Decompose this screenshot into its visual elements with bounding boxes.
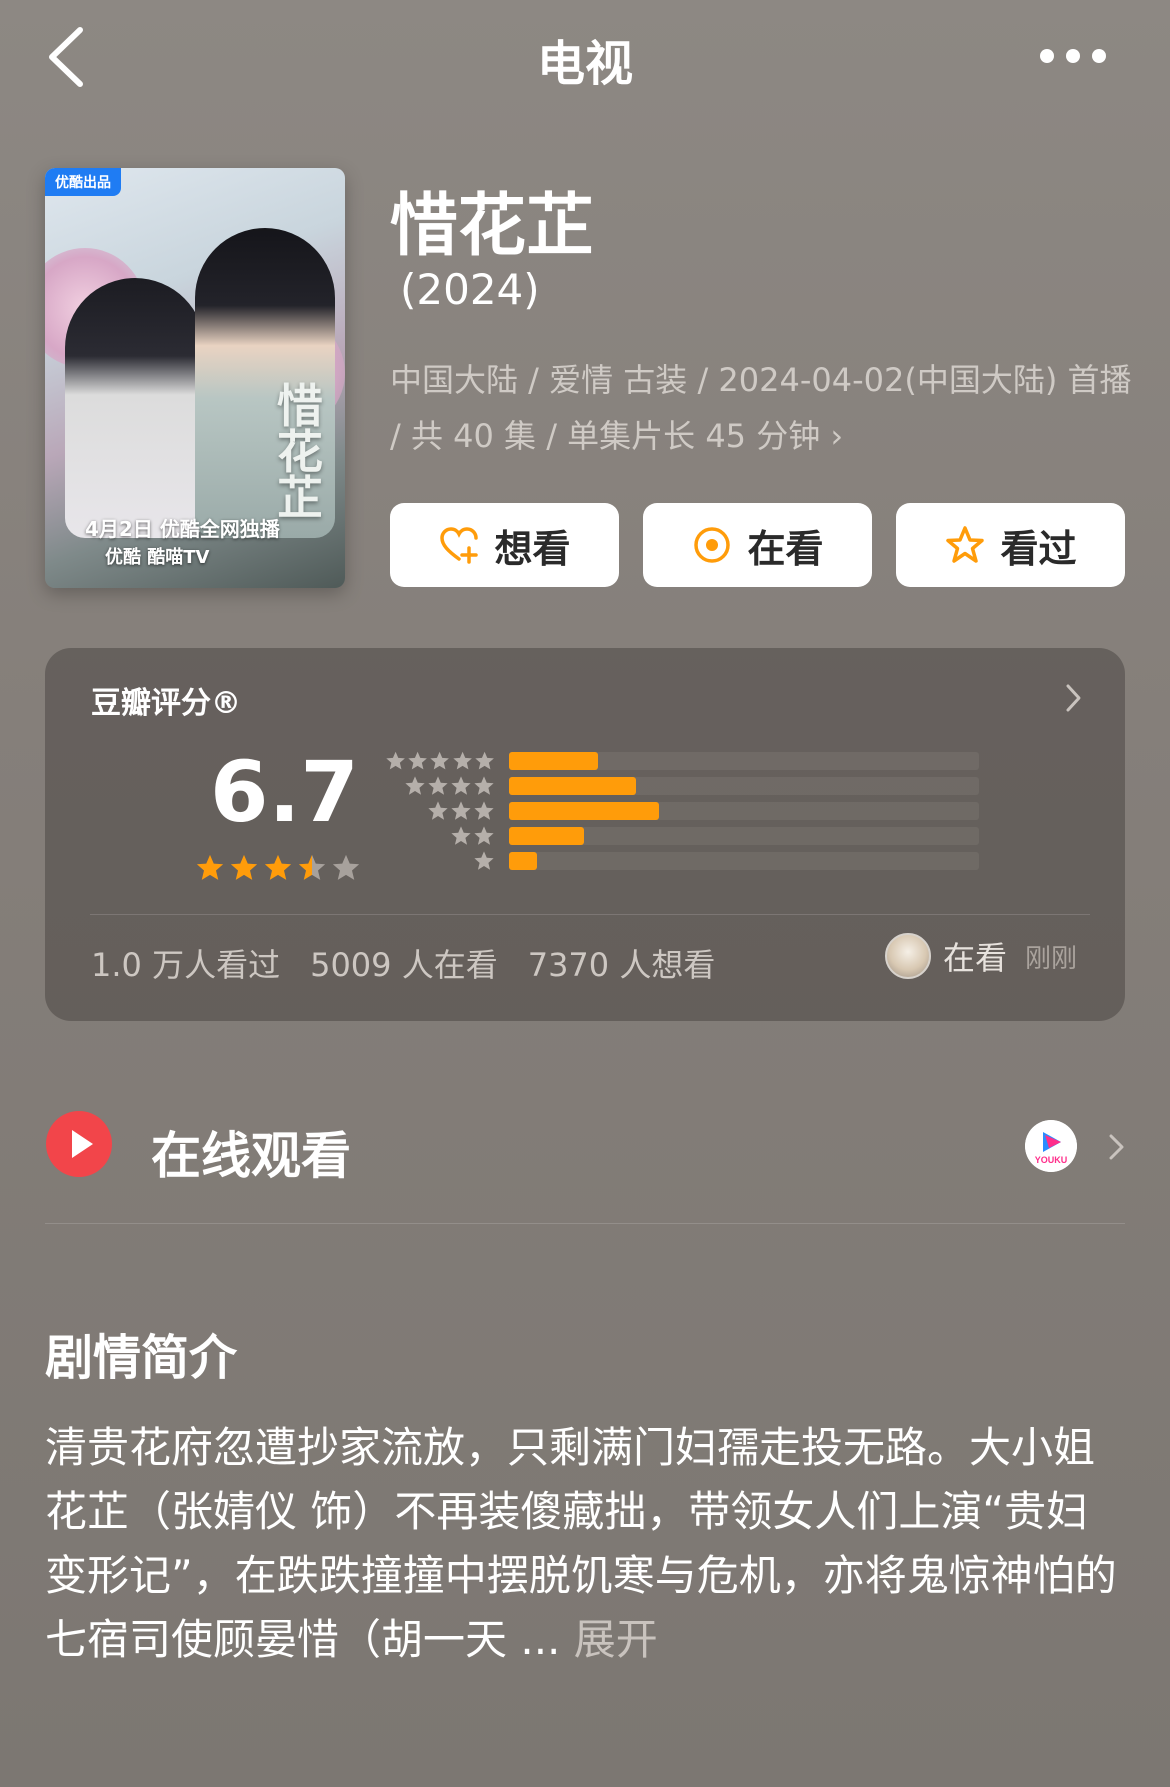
divider: [90, 914, 1090, 915]
star-outline-icon: [946, 526, 985, 563]
distribution-bar-track: [509, 776, 979, 795]
distribution-row-2: [385, 823, 979, 848]
divider: [45, 1223, 1125, 1224]
watch-online-row[interactable]: 在线观看 YOUKU: [45, 1110, 1125, 1190]
recent-activity[interactable]: 在看 刚刚: [884, 933, 1077, 979]
youku-logo-text: YOUKU: [1035, 1155, 1068, 1165]
small-star-icon: [451, 775, 471, 795]
distribution-bar-fill: [509, 851, 538, 870]
watching-count[interactable]: 5009 人在看: [310, 940, 498, 986]
rating-star-icon: [332, 854, 360, 880]
small-star-icon: [474, 850, 494, 870]
watching-label: 在看: [747, 526, 824, 571]
small-star-icon: [428, 775, 448, 795]
show-year: (2024): [400, 265, 540, 314]
small-star-icon: [451, 825, 471, 845]
more-options-icon[interactable]: [1040, 36, 1130, 76]
distribution-stars: [385, 775, 495, 797]
action-buttons: 想看 在看 看过: [390, 503, 1125, 587]
recent-status: 在看: [942, 939, 1007, 977]
show-title: 惜花芷: [390, 187, 595, 266]
small-star-icon: [452, 751, 472, 769]
distribution-row-1: [385, 848, 979, 873]
small-star-icon: [474, 825, 494, 845]
expand-link[interactable]: 展开: [574, 1615, 658, 1664]
distribution-stars: [385, 800, 495, 822]
show-meta[interactable]: 中国大陆 / 爱情 古装 / 2024-04-02(中国大陆) 首播 / 共 4…: [390, 352, 1135, 464]
target-circle-icon: [694, 527, 731, 563]
want-to-watch-button[interactable]: 想看: [390, 503, 619, 587]
distribution-stars: [385, 750, 495, 772]
rating-star-icon: [298, 854, 326, 880]
distribution-bar-fill: [509, 776, 636, 795]
watched-count[interactable]: 1.0 万人看过: [91, 940, 280, 986]
want-to-watch-label: 想看: [494, 526, 571, 571]
distribution-stars: [385, 850, 495, 872]
rating-score: 6.7: [210, 743, 359, 841]
distribution-stars: [385, 825, 495, 847]
play-icon: [46, 1111, 112, 1177]
distribution-bar-fill: [509, 801, 660, 820]
distribution-bar-track: [509, 751, 979, 770]
watched-label: 看过: [1000, 526, 1077, 571]
small-star-icon: [475, 751, 494, 769]
distribution-bar-track: [509, 801, 979, 820]
rating-star-icon: [196, 854, 224, 880]
small-star-icon: [408, 751, 428, 769]
synopsis-title: 剧情简介: [45, 1330, 238, 1386]
small-star-icon: [430, 751, 450, 769]
poster-image[interactable]: 优酷出品 惜花芷 4月2日 优酷全网独播 优酷 酷喵TV: [45, 168, 345, 588]
small-star-icon: [405, 775, 425, 795]
chevron-right-icon: ›: [820, 417, 844, 455]
small-star-icon: [474, 800, 494, 820]
rating-star-icon: [230, 854, 258, 880]
small-star-icon: [474, 775, 494, 795]
rating-distribution: [385, 748, 979, 873]
heart-plus-icon: [440, 527, 479, 564]
small-star-icon: [386, 751, 405, 769]
distribution-row-5: [385, 748, 979, 773]
poster-figure-left: [65, 278, 205, 538]
rating-counts: 1.0 万人看过 5009 人在看 7370 人想看: [91, 940, 715, 986]
small-star-icon: [428, 800, 448, 820]
avatar: [884, 933, 931, 979]
distribution-bar-fill: [509, 826, 585, 845]
watched-button[interactable]: 看过: [896, 503, 1125, 587]
rating-card[interactable]: 豆瓣评分® 6.7 1.0 万人看过 5009 人在看 7370 人想看 在看 …: [45, 648, 1125, 1021]
poster-platforms: 优酷 酷喵TV: [105, 547, 210, 568]
top-nav: 电视: [0, 0, 1170, 115]
chevron-right-icon[interactable]: [1063, 678, 1085, 718]
distribution-row-4: [385, 773, 979, 798]
poster-release-line: 4月2日 优酷全网独播: [85, 517, 280, 541]
nav-title: 电视: [536, 36, 633, 92]
distribution-bar-fill: [509, 751, 599, 770]
distribution-bar-track: [509, 851, 979, 870]
distribution-bar-track: [509, 826, 979, 845]
distribution-row-3: [385, 798, 979, 823]
rating-star-icon: [264, 854, 292, 880]
small-star-icon: [451, 800, 471, 820]
youku-logo-icon[interactable]: YOUKU: [1025, 1120, 1077, 1172]
watching-button[interactable]: 在看: [643, 503, 872, 587]
poster-calligraphy: 惜花芷: [277, 379, 323, 525]
want-count[interactable]: 7370 人想看: [528, 940, 716, 986]
poster-badge: 优酷出品: [45, 168, 121, 196]
recent-time: 刚刚: [1024, 943, 1077, 974]
chevron-right-icon: [1109, 1134, 1124, 1160]
synopsis-text: 清贵花府忽遭抄家流放，只剩满门妇孺走投无路。大小姐花芷（张婧仪 饰）不再装傻藏拙…: [45, 1416, 1130, 1672]
watch-online-label: 在线观看: [151, 1127, 351, 1185]
show-meta-text: 中国大陆 / 爱情 古装 / 2024-04-02(中国大陆) 首播 / 共 4…: [390, 361, 1132, 455]
rating-label: 豆瓣评分®: [91, 686, 241, 721]
rating-stars: [195, 853, 361, 883]
